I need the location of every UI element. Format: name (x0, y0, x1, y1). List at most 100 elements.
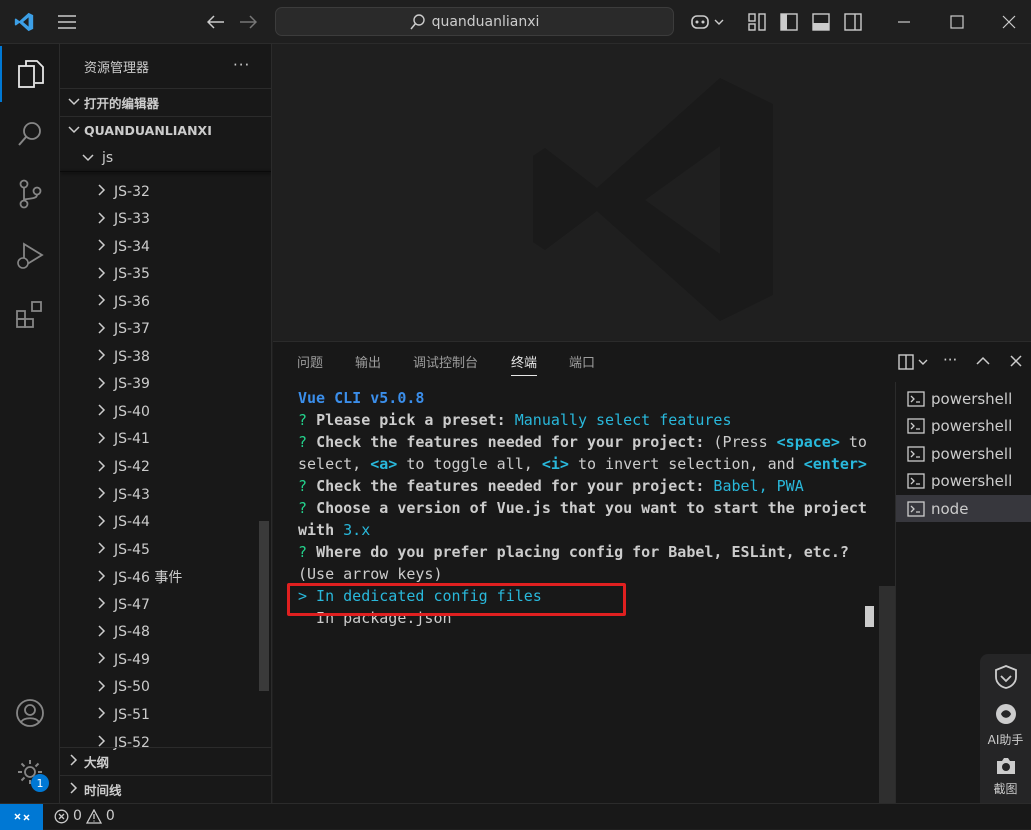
tree-item[interactable]: JS-34 (60, 233, 260, 260)
tree-item[interactable]: JS-49 (60, 646, 260, 673)
maximize-icon[interactable] (946, 12, 968, 32)
tree-item[interactable]: JS-40 (60, 398, 260, 425)
terminal-list-item[interactable]: powershell (896, 468, 1031, 495)
screenshot-button[interactable]: 截图 (980, 756, 1031, 797)
title-bar: quanduanlianxi (0, 0, 1031, 44)
copilot-icon[interactable] (688, 11, 728, 33)
tree-item[interactable]: JS-33 (60, 206, 260, 233)
explorer-activity[interactable] (0, 46, 60, 102)
terminal-scrollbar[interactable] (879, 382, 895, 804)
tree-item-label: JS-32 (114, 183, 150, 200)
run-debug-activity[interactable] (0, 228, 60, 284)
tree-item[interactable]: JS-32 (60, 178, 260, 205)
tree-item[interactable]: JS-42 (60, 454, 260, 481)
problems-status[interactable]: 0 0 (54, 808, 115, 824)
terminal-cursor (865, 606, 874, 627)
manage-activity[interactable]: 1 (0, 744, 60, 800)
terminal-list-item[interactable]: powershell (896, 413, 1031, 440)
tree-item[interactable]: JS-41 (60, 426, 260, 453)
search-icon (409, 13, 425, 29)
panel-tab[interactable]: 问题 (297, 352, 323, 371)
tree-item[interactable]: JS-37 (60, 316, 260, 343)
tree-item-label: JS-35 (114, 266, 150, 283)
vscode-logo-icon (12, 10, 36, 34)
tree-item[interactable]: JS-45 (60, 536, 260, 563)
customize-layout-icon[interactable] (746, 12, 768, 32)
panel-tab[interactable]: 调试控制台 (413, 352, 478, 371)
source-control-icon (19, 179, 42, 209)
tree-item[interactable]: JS-44 (60, 509, 260, 536)
tree-item[interactable]: JS-50 (60, 674, 260, 701)
terminal-list-item[interactable]: powershell (896, 440, 1031, 467)
terminal-line: select, <a> to toggle all, <i> to invert… (298, 455, 867, 473)
panel-tab[interactable]: 输出 (355, 352, 381, 371)
tree-item[interactable]: JS-35 (60, 261, 260, 288)
tree-item[interactable]: JS-48 (60, 619, 260, 646)
minimize-icon[interactable] (893, 12, 915, 32)
terminal-line: Vue CLI v5.0.8 (298, 389, 425, 407)
maximize-panel-icon[interactable] (976, 355, 990, 370)
tree-item[interactable]: JS-39 (60, 371, 260, 398)
source-control-activity[interactable] (0, 166, 60, 222)
terminal-list-label: powershell (931, 444, 1013, 463)
terminal-list-item[interactable]: node (896, 495, 1031, 522)
close-window-icon[interactable] (998, 12, 1020, 32)
back-arrow-icon[interactable] (205, 12, 227, 32)
highlight-box (287, 583, 626, 616)
shield-icon[interactable] (993, 664, 1019, 694)
tree-item[interactable]: JS-38 (60, 343, 260, 370)
tree-item-label: JS-43 (114, 486, 150, 503)
activity-bar: 1 (0, 44, 60, 803)
terminal-list-item[interactable]: powershell (896, 385, 1031, 412)
open-editors-section[interactable]: 打开的编辑器 (60, 88, 271, 115)
timeline-section[interactable]: 时间线 (60, 775, 271, 802)
sidebar-scrollbar[interactable] (259, 521, 269, 691)
tree-item[interactable]: JS-43 (60, 481, 260, 508)
terminal-line: ? Where do you prefer placing config for… (298, 543, 849, 561)
search-activity[interactable] (0, 106, 60, 162)
terminal-line: ? Check the features needed for your pro… (298, 477, 804, 495)
error-icon (54, 809, 69, 823)
forward-arrow-icon[interactable] (237, 12, 259, 32)
ai-assistant-button[interactable]: AI助手 (980, 702, 1031, 748)
folder-js[interactable]: js (60, 144, 260, 171)
tree-item[interactable]: JS-47 (60, 591, 260, 618)
chevron-right-icon (94, 349, 110, 364)
menu-icon[interactable] (56, 12, 78, 32)
toggle-panel-icon[interactable] (810, 12, 832, 32)
tree-item-label: JS-48 (114, 624, 150, 641)
tree-item[interactable]: JS-36 (60, 288, 260, 315)
terminal-icon (907, 473, 925, 489)
tree-item[interactable]: JS-51 (60, 701, 260, 728)
accounts-activity[interactable] (0, 685, 60, 741)
chevron-right-icon (66, 781, 82, 797)
chevron-down-icon (66, 123, 82, 137)
panel-tab[interactable]: 终端 (511, 352, 538, 376)
tree-item-label: JS-34 (114, 238, 150, 255)
extensions-activity[interactable] (0, 286, 60, 342)
tree-item[interactable]: JS-46 事件 (60, 564, 260, 591)
tree-item-label: JS-51 (114, 706, 150, 723)
account-icon (16, 699, 44, 727)
more-actions-icon[interactable]: ··· (943, 351, 957, 369)
terminal-list-label: powershell (931, 417, 1013, 435)
terminal-layout-icon[interactable] (898, 353, 932, 375)
chevron-down-icon (66, 95, 82, 109)
toggle-secondary-sidebar-icon[interactable] (842, 12, 864, 32)
remote-button[interactable] (0, 804, 43, 830)
tree-item-label: JS-39 (114, 376, 150, 393)
chevron-right-icon (94, 377, 110, 392)
chevron-right-icon (94, 212, 110, 227)
chevron-down-icon (80, 151, 96, 165)
remote-icon (13, 813, 30, 821)
command-center-search[interactable]: quanduanlianxi (275, 7, 674, 36)
toggle-primary-sidebar-icon[interactable] (778, 12, 800, 32)
tree-item-label: JS-38 (114, 348, 150, 365)
chevron-right-icon (94, 432, 110, 447)
outline-section[interactable]: 大纲 (60, 747, 271, 774)
project-section[interactable]: QUANDUANLIANXI (60, 116, 271, 143)
more-actions-icon[interactable]: ··· (233, 56, 250, 74)
tree-item-label: JS-47 (114, 596, 150, 613)
panel-tab[interactable]: 端口 (569, 352, 595, 371)
close-panel-icon[interactable] (1010, 355, 1022, 371)
